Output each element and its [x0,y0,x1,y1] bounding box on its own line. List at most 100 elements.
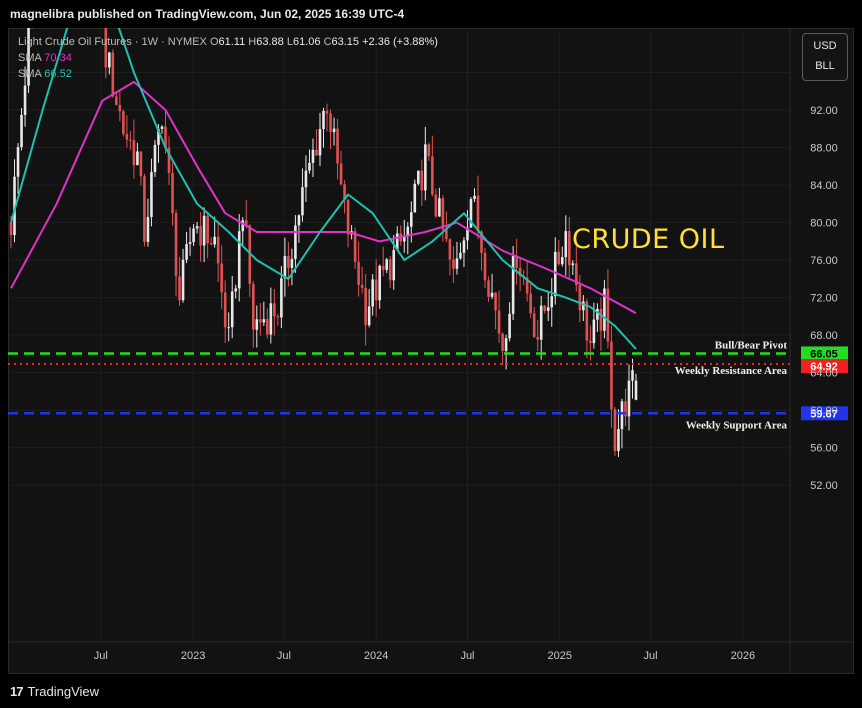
candle-body [427,144,431,157]
x-tick-label: Jul [94,650,108,662]
candle-body [213,236,216,245]
candle-body [571,263,575,266]
level-label-3: Weekly Support Area [686,419,788,431]
candle-body [251,283,255,330]
candle-body [550,296,554,308]
candle-body [599,308,603,331]
candle-body [431,156,434,195]
candle-body [153,144,157,173]
candle-body [504,338,508,351]
candle-body [234,288,238,292]
candle-body [259,319,262,323]
level-price-text-1: 66.05 [810,348,838,360]
chart-legend: Light Crude Oil Futures · 1W · NYMEX O61… [18,34,438,82]
candle-body [329,113,332,133]
x-tick-label: 2025 [548,650,572,662]
candle-body [129,139,132,141]
close-value: 63.15 [331,36,360,48]
y-tick-label: 56.00 [810,443,838,455]
y-tick-label: 60.00 [810,405,838,417]
currency-unit-button[interactable]: USD BLL [802,33,848,81]
candle-body [276,316,280,318]
candle-body [441,198,445,230]
candle-body [501,333,504,351]
candle-body [311,149,315,163]
candle-body [227,327,231,329]
candle-body [413,183,417,213]
candle-body [237,231,241,289]
candle-body [490,292,494,297]
open-value: 61.11 [218,36,246,48]
candle-body [283,255,287,279]
candle-body [532,313,536,338]
candle-body [452,259,455,269]
legend-sma-short[interactable]: SMA 66.52 [18,66,438,82]
tradingview-logo[interactable]: 17 TradingView [10,684,99,699]
candle-body [16,147,20,177]
candle-body [185,244,188,260]
candle-body [353,231,357,262]
currency-label: USD [813,40,837,52]
candle-body [146,216,150,242]
x-tick-label: 2026 [731,650,755,662]
candle-body [287,255,290,268]
candle-body [462,240,466,253]
candle-body [385,259,389,270]
price-chart[interactable]: Bull/Bear Pivot 66.05 Weekly Resistance Ar… [8,28,854,674]
candle-body [613,409,617,452]
change-value: +2.36 (+3.88%) [362,36,438,48]
candle-body [631,370,634,381]
candle-body [487,280,490,297]
candle-body [262,319,266,323]
candle-body [438,198,441,217]
legend-sma-long[interactable]: SMA 70.34 [18,50,438,66]
legend-ohlc-row: Light Crude Oil Futures · 1W · NYMEX O61… [18,34,438,50]
candle-body [308,162,311,171]
candle-body [585,301,589,341]
candle-body [230,291,234,328]
y-tick-label: 52.00 [810,480,838,492]
candle-body [325,110,329,114]
candle-body [174,213,178,277]
candle-body [136,151,139,166]
tradingview-logo-text: TradingView [27,684,100,699]
candle-body [483,252,487,281]
candle-body [346,199,350,235]
candle-body [448,239,452,260]
candle-body [125,134,129,140]
candle-body [118,104,122,112]
candle-body [220,263,223,293]
y-tick-label: 76.00 [810,255,838,267]
candle-body [266,319,269,335]
footer-bar [0,676,862,708]
candle-body [627,380,631,417]
published-caption: magnelibra published on TradingView.com,… [10,7,405,21]
candle-body [132,140,136,166]
candle-body [455,258,459,269]
level-label-1: Bull/Bear Pivot [715,339,788,351]
symbol-label[interactable]: Light Crude Oil Futures · 1W · NYMEX [18,36,207,48]
candle-body [557,251,561,265]
candle-body [332,128,336,133]
sma-short-value: 66.52 [44,68,72,80]
y-tick-label: 84.00 [810,180,838,192]
x-tick-label: Jul [277,650,291,662]
candle-body [434,194,438,217]
candle-body [589,340,592,344]
level-label-2: Weekly Resistance Area [675,365,788,377]
candle-body [617,429,620,452]
candle-body [417,170,420,184]
candle-body [301,187,304,216]
candle-body [139,151,143,177]
candle-body [192,228,195,243]
candle-body [322,110,325,130]
candle-body [592,319,596,344]
candle-body [364,287,367,326]
x-tick-label: Jul [460,650,474,662]
candle-body [367,306,371,326]
candle-body [20,114,23,148]
y-tick-label: 92.00 [810,105,838,117]
candle-body [304,170,308,188]
candle-body [178,276,181,301]
candle-body [494,292,497,311]
